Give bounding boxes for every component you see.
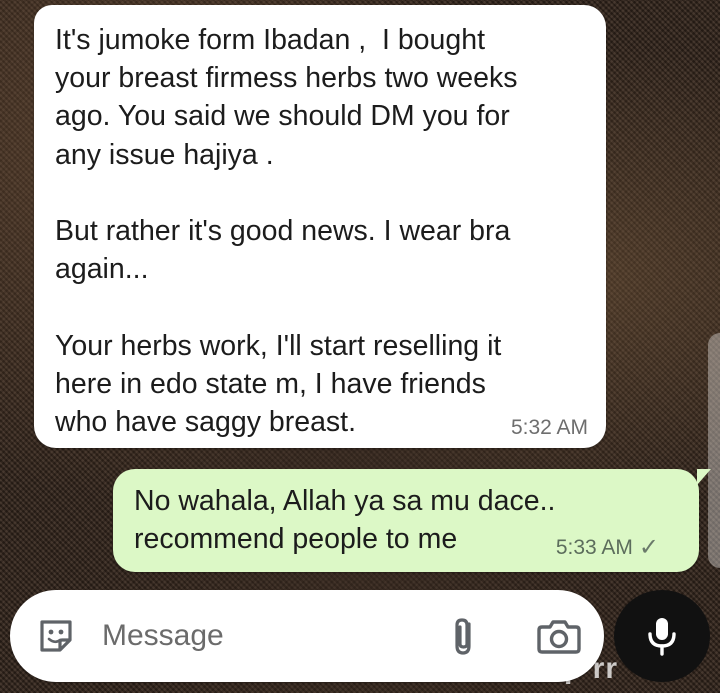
- message-input[interactable]: [102, 612, 422, 660]
- incoming-message-bubble[interactable]: It's jumoke form Ibadan , I bought your …: [34, 5, 606, 448]
- microphone-icon: [648, 618, 676, 656]
- outgoing-message-bubble[interactable]: No wahala, Allah ya sa mu dace.. recomme…: [113, 469, 711, 572]
- outgoing-message-text: No wahala, Allah ya sa mu dace.. recomme…: [134, 485, 556, 556]
- incoming-message-text: It's jumoke form Ibadan , I bought your …: [55, 24, 518, 439]
- microphone-button[interactable]: [614, 590, 710, 682]
- message-composer: [10, 590, 604, 682]
- sticker-icon[interactable]: [34, 614, 78, 658]
- paperclip-icon[interactable]: [442, 614, 486, 658]
- camera-icon[interactable]: [534, 614, 584, 658]
- wallpaper-edge-shape: [708, 333, 720, 568]
- single-check-icon: ✓: [638, 534, 659, 561]
- outgoing-message-meta: 5:33 AM ✓: [556, 533, 659, 562]
- incoming-message-time: 5:32 AM: [510, 416, 588, 439]
- outgoing-message-time: 5:33 AM: [555, 535, 633, 559]
- incoming-message-meta: 5:32 AM: [511, 416, 588, 440]
